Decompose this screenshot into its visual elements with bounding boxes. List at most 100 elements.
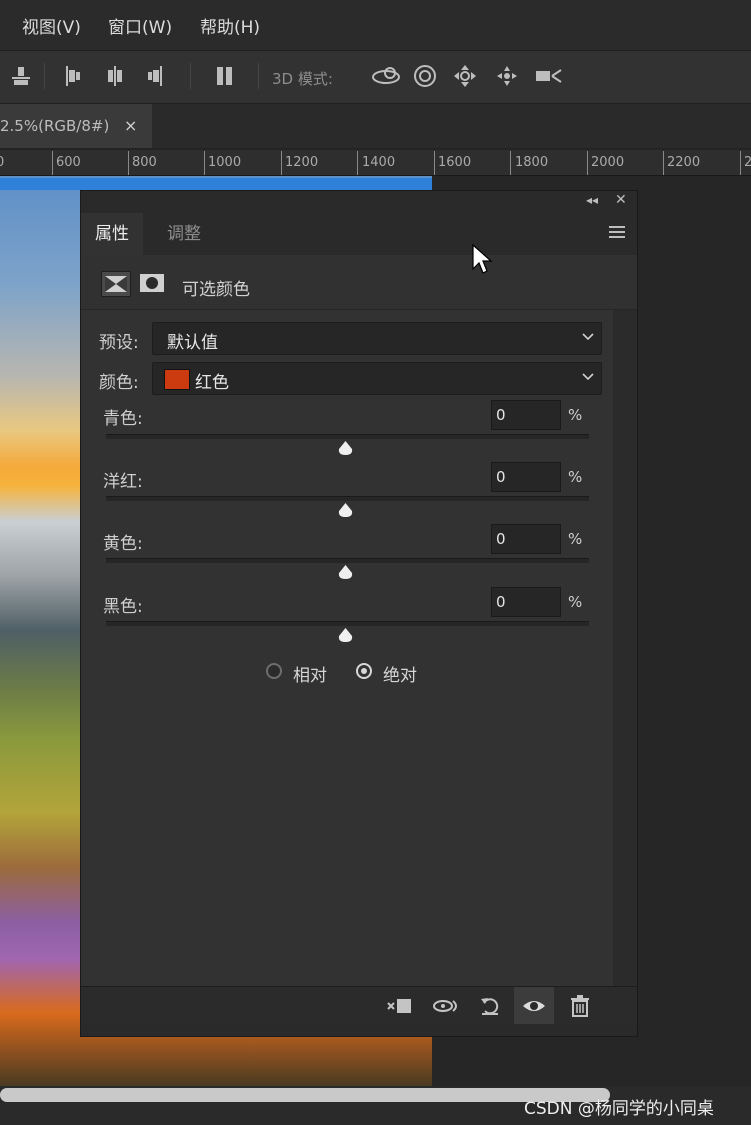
- black-slider-track[interactable]: [106, 621, 589, 626]
- color-swatch: [164, 369, 190, 390]
- panel-scrollbar[interactable]: [613, 310, 637, 986]
- ruler-tick: [52, 151, 53, 175]
- black-unit: %: [568, 593, 583, 611]
- 3d-slide-icon[interactable]: [494, 63, 520, 89]
- magenta-slider-track[interactable]: [106, 496, 589, 501]
- cyan-unit: %: [568, 406, 583, 424]
- preset-value: 默认值: [167, 333, 218, 353]
- cyan-slider-track[interactable]: [106, 434, 589, 439]
- panel-footer: [81, 986, 637, 1025]
- magenta-slider-thumb[interactable]: [337, 502, 354, 518]
- collapse-panel-icon[interactable]: ◂◂: [586, 193, 598, 207]
- distribute-horizontal-centers-icon[interactable]: [102, 63, 128, 89]
- preset-dropdown[interactable]: 默认值: [152, 322, 602, 355]
- ruler-tick: [434, 151, 435, 175]
- ruler-label: 1600: [438, 155, 472, 170]
- ruler-label: 1200: [285, 155, 319, 170]
- menu-help[interactable]: 帮助(H): [200, 13, 260, 38]
- relative-radio[interactable]: [266, 663, 282, 679]
- distribute-right-icon[interactable]: [142, 63, 168, 89]
- toolbar-divider: [190, 63, 191, 89]
- ruler-tick: [128, 151, 129, 175]
- ruler-label: 800: [132, 155, 157, 170]
- ruler-tick: [281, 151, 282, 175]
- close-document-icon[interactable]: ×: [124, 116, 137, 135]
- horizontal-scrollbar-thumb[interactable]: [0, 1088, 610, 1102]
- magenta-value: 0: [496, 468, 506, 486]
- cyan-input[interactable]: 0: [491, 400, 561, 430]
- ruler-label: 0: [0, 155, 4, 170]
- distribute-left-icon[interactable]: [60, 63, 86, 89]
- ruler-label: 2000: [591, 155, 625, 170]
- yellow-input[interactable]: 0: [491, 524, 561, 554]
- close-panel-icon[interactable]: ✕: [615, 192, 627, 208]
- magenta-label: 洋红:: [103, 472, 143, 492]
- document-tab-label: 2.5%(RGB/8#): [0, 117, 110, 135]
- absolute-label: 绝对: [383, 666, 417, 686]
- color-label: 颜色:: [99, 373, 139, 393]
- eye-icon[interactable]: [521, 993, 547, 1019]
- cyan-label: 青色:: [103, 409, 143, 429]
- tab-adjustments[interactable]: 调整: [153, 213, 215, 255]
- ruler-label: 600: [56, 155, 81, 170]
- yellow-value: 0: [496, 530, 506, 548]
- view-previous-state-icon[interactable]: [431, 993, 461, 1019]
- ruler-label: 2200: [667, 155, 701, 170]
- ruler-label: 2: [744, 155, 751, 170]
- watermark: CSDN @杨同学的小同桌: [524, 1099, 714, 1119]
- cyan-slider-thumb[interactable]: [337, 440, 354, 456]
- black-input[interactable]: 0: [491, 587, 561, 617]
- ruler-tick: [587, 151, 588, 175]
- yellow-slider-thumb[interactable]: [337, 564, 354, 580]
- document-tab[interactable]: 2.5%(RGB/8#) ×: [0, 104, 152, 148]
- options-bar: 3D 模式:: [0, 50, 751, 104]
- ruler-tick: [663, 151, 664, 175]
- panel-menu-icon[interactable]: [609, 226, 625, 240]
- panel-tabs: 属性 调整: [81, 213, 637, 255]
- menu-bar: 视图(V) 窗口(W) 帮助(H): [0, 0, 751, 50]
- 3d-drag-icon[interactable]: [452, 63, 478, 89]
- black-slider-thumb[interactable]: [337, 627, 354, 643]
- horizontal-ruler: 0 600 800 1000 1200 1400 1600 1800 2000 …: [0, 150, 751, 176]
- distribute-spacing-icon[interactable]: [212, 63, 238, 89]
- yellow-slider-track[interactable]: [106, 558, 589, 563]
- trash-icon[interactable]: [567, 993, 593, 1019]
- ruler-label: 1000: [208, 155, 242, 170]
- align-bottom-edges-icon[interactable]: [8, 63, 34, 89]
- 3d-orbit-icon[interactable]: [370, 63, 402, 89]
- adjustment-title: 可选颜色: [182, 280, 250, 300]
- magenta-input[interactable]: 0: [491, 462, 561, 492]
- color-dropdown[interactable]: 红色: [152, 362, 602, 395]
- toolbar-divider: [258, 63, 259, 89]
- document-tab-bar: 2.5%(RGB/8#) ×: [0, 104, 751, 148]
- cyan-value: 0: [496, 406, 506, 424]
- absolute-radio[interactable]: [356, 663, 372, 679]
- magenta-unit: %: [568, 468, 583, 486]
- tab-properties[interactable]: 属性: [81, 213, 143, 255]
- 3d-mode-label: 3D 模式:: [272, 70, 333, 88]
- yellow-label: 黄色:: [103, 534, 143, 554]
- ruler-tick: [510, 151, 511, 175]
- ruler-label: 1800: [515, 155, 549, 170]
- relative-label: 相对: [293, 666, 327, 686]
- properties-panel: ◂◂ ✕ 属性 调整 可选颜色 预设: 默认值 颜色: 红色 青色: 0 % 洋…: [80, 190, 638, 1037]
- panel-title-bar[interactable]: ◂◂ ✕: [81, 191, 637, 213]
- reset-adjustment-icon[interactable]: [477, 993, 503, 1019]
- color-value: 红色: [195, 373, 229, 393]
- black-label: 黑色:: [103, 597, 143, 617]
- chevron-down-icon: [581, 329, 595, 343]
- toolbar-divider: [44, 63, 45, 89]
- adjustment-header: 可选颜色: [81, 255, 637, 310]
- black-value: 0: [496, 593, 506, 611]
- menu-view[interactable]: 视图(V): [22, 13, 81, 38]
- preset-label: 预设:: [99, 333, 139, 353]
- 3d-camera-icon[interactable]: [534, 63, 564, 89]
- selective-color-icon[interactable]: [101, 271, 131, 297]
- menu-window[interactable]: 窗口(W): [108, 13, 172, 38]
- clip-to-layer-icon[interactable]: [385, 993, 415, 1019]
- mouse-cursor-icon: [471, 243, 493, 275]
- ruler-tick: [740, 151, 741, 175]
- selection-highlight: [0, 178, 432, 190]
- 3d-roll-icon[interactable]: [412, 63, 438, 89]
- layer-mask-icon[interactable]: [138, 271, 166, 295]
